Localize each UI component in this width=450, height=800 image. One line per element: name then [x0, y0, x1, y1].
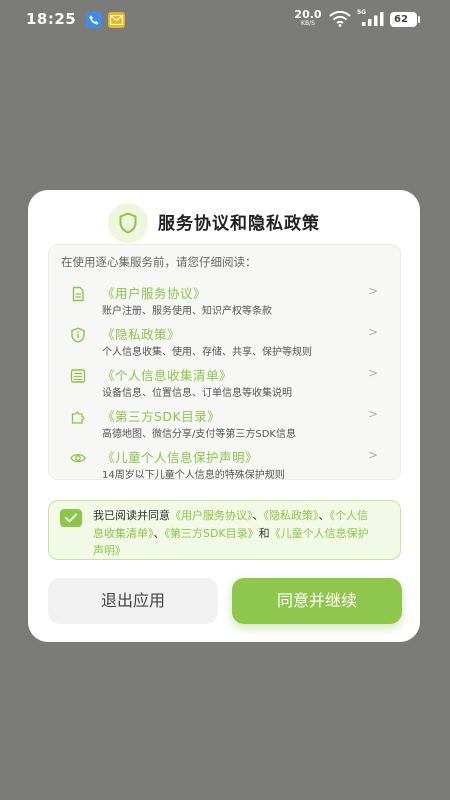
battery-level: 62 — [394, 14, 408, 25]
doc-item-info-collection-list[interactable]: 《个人信息收集清单》 设备信息、位置信息、订单信息等收集说明 > — [49, 363, 400, 403]
doc-item-user-agreement[interactable]: 《用户服务协议》 账户注册、服务使用、知识产权等条款 > — [49, 281, 400, 321]
shield-badge — [108, 203, 148, 243]
notice-intro: 在使用逐心集服务前，请您仔细阅读： — [61, 255, 257, 269]
doc-title: 《用户服务协议》 — [102, 286, 207, 301]
consent-separator: 、 — [318, 509, 330, 522]
shield-info-icon — [71, 327, 85, 343]
chevron-right-icon: > — [367, 284, 378, 298]
document-icon — [72, 286, 84, 302]
doc-title: 《隐私政策》 — [102, 327, 181, 342]
status-bar: 18:25 20.0 KB/S 5G 62 — [0, 0, 450, 38]
consent-text: 我已阅读并同意《用户服务协议》、《隐私政策》、《个人信息收集清单》、《第三方SD… — [93, 507, 378, 560]
consent-and: 和 — [258, 526, 270, 540]
dialog-header: 服务协议和隐私政策 — [28, 190, 420, 246]
network-speed-value: 20.0 — [294, 8, 322, 21]
consent-link-user-agreement[interactable]: 《用户服务协议》 — [170, 509, 253, 522]
status-time: 18:25 — [26, 10, 77, 28]
mail-notification-icon — [108, 12, 125, 28]
chevron-right-icon: > — [367, 366, 378, 380]
consent-link-sdk-list[interactable]: 《第三方SDK目录》 — [165, 527, 259, 540]
consent-prefix: 我已阅读并同意 — [93, 509, 170, 522]
battery-icon: 62 — [390, 12, 420, 27]
doc-desc: 高德地图、微信分享/支付等第三方SDK信息 — [102, 429, 296, 440]
list-icon — [70, 369, 86, 383]
doc-title: 《第三方SDK目录》 — [102, 409, 221, 424]
doc-desc: 个人信息收集、使用、存储、共享、保护等规则 — [102, 347, 312, 358]
doc-item-third-party-sdk[interactable]: 《第三方SDK目录》 高德地图、微信分享/支付等第三方SDK信息 > — [49, 404, 400, 444]
puzzle-icon — [71, 411, 85, 424]
doc-title: 《儿童个人信息保护声明》 — [102, 450, 259, 465]
signal-icon — [362, 12, 384, 26]
chevron-right-icon: > — [367, 407, 378, 421]
notice-box: 在使用逐心集服务前，请您仔细阅读： 《用户服务协议》 账户注册、服务使用、知识产… — [48, 244, 401, 481]
consent-link-privacy-policy[interactable]: 《隐私政策》 — [264, 509, 319, 522]
chevron-right-icon: > — [367, 448, 378, 462]
doc-item-privacy-policy[interactable]: 《隐私政策》 个人信息收集、使用、存储、共享、保护等规则 > — [49, 322, 400, 362]
wifi-icon — [329, 11, 351, 27]
doc-title: 《个人信息收集清单》 — [102, 368, 233, 383]
doc-desc: 账户注册、服务使用、知识产权等条款 — [102, 306, 272, 317]
phone-notification-icon — [86, 12, 102, 28]
shield-icon — [119, 212, 137, 234]
network-speed: 20.0 KB/S — [294, 9, 322, 27]
doc-item-children-protection[interactable]: 《儿童个人信息保护声明》 14周岁以下儿童个人信息的特殊保护规则 > — [49, 445, 400, 485]
consent-checkbox[interactable] — [60, 509, 82, 527]
eye-icon — [70, 453, 86, 463]
privacy-dialog: 服务协议和隐私政策 在使用逐心集服务前，请您仔细阅读： 《用户服务协议》 账户注… — [28, 190, 420, 642]
agree-continue-button[interactable]: 同意并继续 — [232, 578, 402, 624]
dialog-title: 服务协议和隐私政策 — [158, 214, 320, 234]
check-icon — [65, 513, 77, 523]
doc-desc: 14周岁以下儿童个人信息的特殊保护规则 — [102, 470, 285, 481]
consent-box: 我已阅读并同意《用户服务协议》、《隐私政策》、《个人信息收集清单》、《第三方SD… — [48, 500, 401, 560]
chevron-right-icon: > — [367, 325, 378, 339]
doc-desc: 设备信息、位置信息、订单信息等收集说明 — [102, 388, 292, 399]
network-speed-unit: KB/S — [301, 20, 315, 27]
consent-separator: 、 — [153, 526, 165, 540]
consent-separator: 、 — [252, 509, 264, 522]
exit-app-button[interactable]: 退出应用 — [48, 578, 218, 624]
